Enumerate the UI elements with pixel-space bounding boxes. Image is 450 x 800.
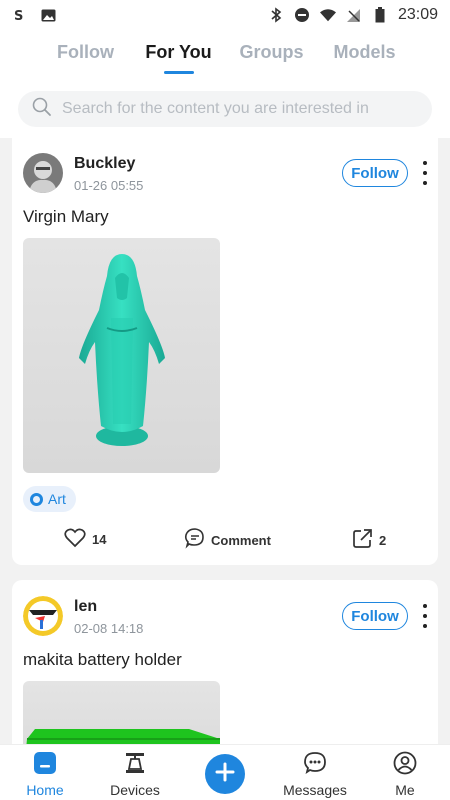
post-actions: 14 Comment 2 [12,528,438,552]
status-time: 23:09 [397,6,438,23]
post-date: 01-26 05:55 [74,178,144,193]
like-count: 14 [92,532,107,547]
no-signal-icon [346,7,362,23]
do-not-disturb-icon [294,7,310,23]
tab-groups[interactable]: Groups [225,30,318,80]
tab-models[interactable]: Models [318,30,411,80]
post-date: 02-08 14:18 [74,621,144,636]
search-area: Search for the content you are intereste… [0,80,450,138]
feed: Buckley 01-26 05:55 Follow Virgin Mary A… [0,138,450,744]
battery-icon [372,7,388,23]
post-card[interactable]: Buckley 01-26 05:55 Follow Virgin Mary A… [12,138,438,565]
bottom-navigation: Home Devices Messages Me [0,744,450,800]
plus-icon [215,762,235,787]
post-card[interactable]: len 02-08 14:18 Follow makita battery ho… [12,580,438,744]
share-button[interactable]: 2 [352,528,386,552]
post-title: Virgin Mary [23,207,109,226]
nav-messages[interactable]: Messages [280,751,350,798]
messages-icon [303,751,327,778]
search-icon [32,97,52,122]
nav-messages-label: Messages [283,782,347,798]
profile-icon [393,751,417,778]
more-options-icon[interactable] [420,604,430,628]
follow-button[interactable]: Follow [342,159,408,187]
post-title: makita battery holder [23,650,182,669]
wifi-icon [319,7,336,23]
search-placeholder: Search for the content you are intereste… [62,100,369,117]
share-icon [352,528,373,552]
top-tab-bar: Follow For You Groups Models [0,30,450,80]
image-notification-icon [40,7,56,23]
category-tag[interactable]: Art [23,486,76,512]
nav-devices[interactable]: Devices [100,751,170,798]
bluetooth-icon [268,7,284,23]
nav-devices-label: Devices [110,782,160,798]
search-input[interactable]: Search for the content you are intereste… [18,91,432,127]
model-image-makita-battery-holder[interactable] [23,681,220,744]
category-icon [30,492,43,506]
nav-me[interactable]: Me [370,751,440,798]
like-button[interactable]: 14 [64,528,106,551]
share-count: 2 [379,532,387,548]
home-icon [33,751,57,778]
create-button[interactable] [205,754,245,794]
heart-icon [64,528,86,551]
nav-home-label: Home [26,782,64,798]
nav-home[interactable]: Home [10,751,80,798]
author-name[interactable]: len [74,598,97,616]
comment-label: Comment [211,532,271,548]
author-name[interactable]: Buckley [74,155,135,173]
avatar[interactable] [23,596,63,636]
category-tag-label: Art [48,491,66,507]
follow-button[interactable]: Follow [342,602,408,630]
avatar[interactable] [23,153,63,193]
svg-text:S: S [14,9,23,22]
app-s-icon: S [12,7,28,23]
devices-icon [123,751,147,778]
nav-me-label: Me [395,782,415,798]
comment-button[interactable]: Comment [184,528,271,552]
comment-icon [184,528,205,552]
tab-follow[interactable]: Follow [39,30,132,80]
more-options-icon[interactable] [420,161,430,185]
model-image-virgin-mary[interactable] [23,238,220,473]
tab-for-you[interactable]: For You [132,30,225,80]
status-bar: S 23:09 [0,0,450,30]
